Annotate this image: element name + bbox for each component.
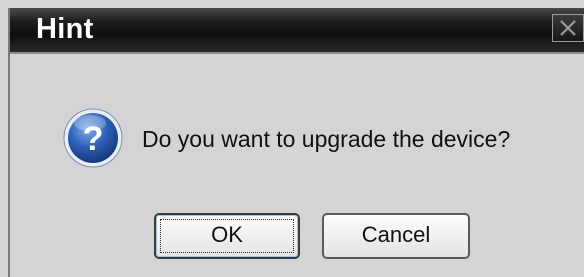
close-button[interactable]: [552, 14, 584, 42]
dialog-message: Do you want to upgrade the device?: [142, 126, 511, 152]
hint-dialog: Hint ? Do you want to upgrade the device…: [8, 8, 584, 277]
question-icon: ?: [63, 108, 123, 168]
ok-button-label: OK: [211, 222, 243, 247]
cancel-button-label: Cancel: [361, 222, 431, 247]
dialog-titlebar[interactable]: Hint: [10, 8, 584, 54]
close-icon: [560, 20, 576, 36]
cancel-button[interactable]: Cancel: [322, 213, 470, 259]
ok-button[interactable]: OK: [154, 213, 300, 259]
svg-text:?: ?: [83, 120, 104, 158]
dialog-title: Hint: [36, 13, 94, 45]
